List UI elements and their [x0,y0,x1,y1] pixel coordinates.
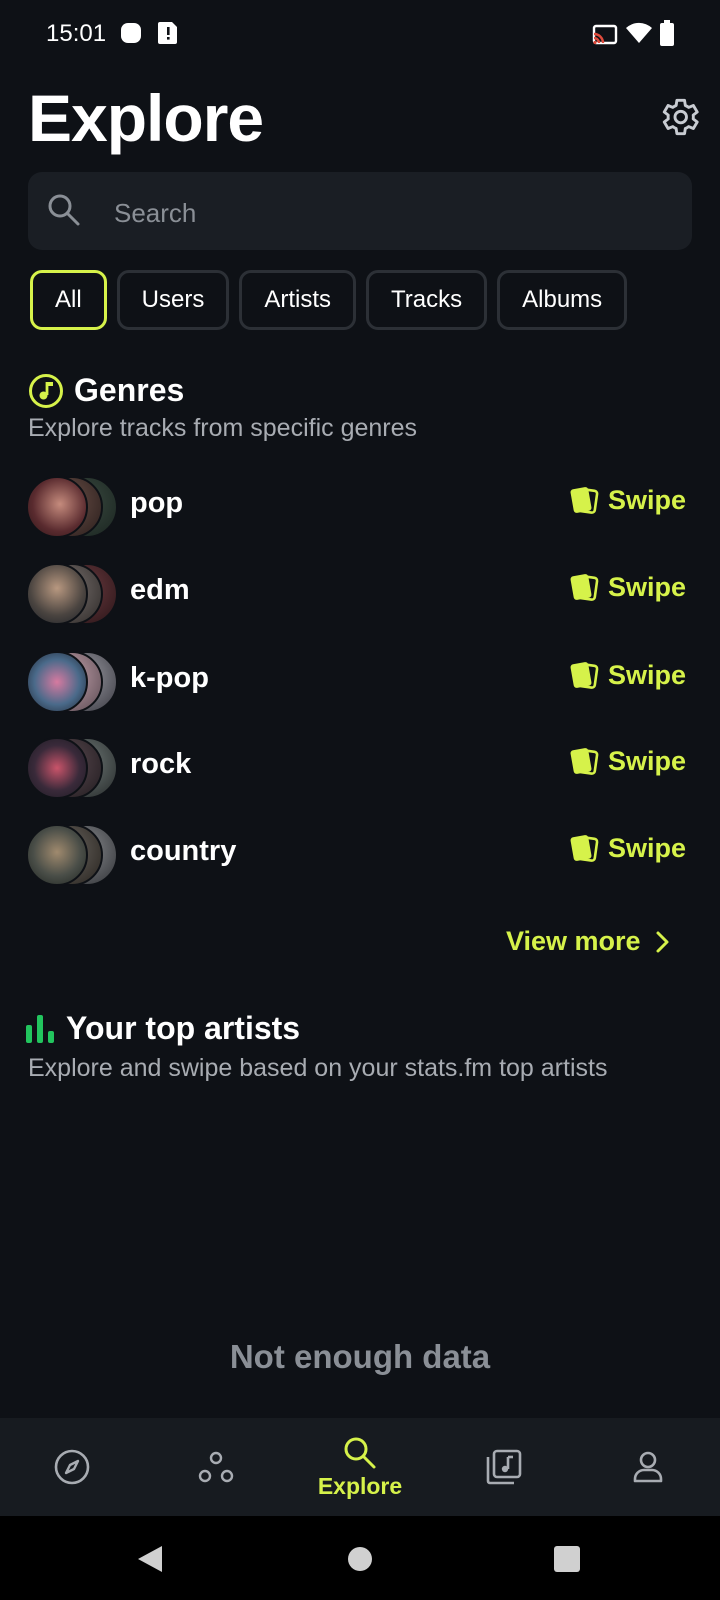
genre-artwork-stack [26,735,118,799]
swipe-button[interactable]: Swipe [570,659,686,691]
genre-row-edm[interactable]: edm Swipe [26,561,686,625]
wifi-icon [626,22,652,49]
genre-artwork-stack [26,561,118,625]
empty-state-message: Not enough data [229,1338,491,1375]
filter-chip-albums[interactable]: Albums [497,270,628,330]
genre-artwork-stack [26,474,118,538]
status-time: 15:01 [46,20,107,47]
swipe-label: Swipe [607,659,686,690]
music-note-icon [29,373,63,408]
swipe-cards-icon [570,574,599,601]
bar-chart-icon [26,1014,54,1043]
genres-title: Genres [74,372,185,408]
genre-row-pop[interactable]: pop Swipe [26,474,686,538]
profile-icon [633,1451,663,1483]
search-icon [344,1437,376,1468]
nav-library[interactable] [432,1418,576,1516]
back-icon[interactable] [136,1544,164,1574]
battery-icon [660,20,674,51]
notification-dot-icon [120,22,142,49]
bottom-nav: Explore [0,1418,720,1516]
filter-chip-all[interactable]: All [30,270,107,330]
gear-icon [662,98,699,136]
genre-artwork-stack [26,649,118,713]
filter-chips: All Users Artists Tracks Albums [30,270,628,334]
swipe-cards-icon [570,662,599,689]
genres-subtitle: Explore tracks from specific genres [28,414,418,442]
chevron-right-icon [656,931,669,952]
artist-avatar [26,824,88,886]
genre-name: country [130,835,237,867]
genre-name: rock [130,748,192,780]
genre-name: pop [130,487,184,519]
compass-icon [54,1449,90,1485]
music-library-icon [486,1449,522,1485]
filter-chip-users[interactable]: Users [116,270,230,330]
recents-icon[interactable] [554,1546,580,1572]
genre-artwork-stack [26,822,118,886]
top-artists-subtitle: Explore and swipe based on your stats.fm… [28,1054,608,1082]
swipe-button[interactable]: Swipe [570,745,686,777]
swipe-label: Swipe [607,484,686,515]
artist-avatar [26,563,88,625]
swipe-label: Swipe [607,745,686,776]
swipe-cards-icon [570,748,599,775]
swipe-cards-icon [570,835,599,862]
view-more-link[interactable]: View more [506,926,671,957]
genre-row-rock[interactable]: rock Swipe [26,735,686,799]
artist-avatar [26,476,88,538]
swipe-button[interactable]: Swipe [570,832,686,864]
sim-alert-icon [158,22,178,49]
page-title: Explore [28,81,264,155]
genre-name: edm [130,574,190,606]
swipe-button[interactable]: Swipe [570,571,686,603]
filter-chip-artists[interactable]: Artists [239,270,357,330]
genre-row-country[interactable]: country Swipe [26,822,686,886]
nav-social[interactable] [144,1418,288,1516]
genre-row-k-pop[interactable]: k-pop Swipe [26,649,686,713]
genre-name: k-pop [130,662,209,694]
top-artists-header: Your top artists [26,1010,300,1047]
settings-button[interactable] [656,94,702,140]
system-nav-bar [0,1516,720,1600]
search-icon [48,194,80,226]
swipe-cards-icon [570,487,599,514]
search-input[interactable]: Search [114,198,196,229]
nav-explore[interactable]: Explore [288,1418,432,1516]
genres-header: Genres [28,372,184,409]
home-icon[interactable] [347,1546,373,1572]
nav-discover[interactable] [0,1418,144,1516]
top-artists-title: Your top artists [66,1010,301,1046]
filter-chip-tracks[interactable]: Tracks [366,270,488,330]
artist-avatar [26,737,88,799]
swipe-button[interactable]: Swipe [570,484,686,516]
cast-icon [592,24,618,51]
search-bar[interactable]: Search [28,172,692,250]
status-bar: 15:01 [0,0,720,72]
view-more-label: View more [506,926,641,956]
social-nodes-icon [198,1451,234,1483]
swipe-label: Swipe [607,832,686,863]
swipe-label: Swipe [607,571,686,602]
artist-avatar [26,651,88,713]
nav-explore-label: Explore [317,1472,403,1499]
nav-profile[interactable] [576,1418,720,1516]
